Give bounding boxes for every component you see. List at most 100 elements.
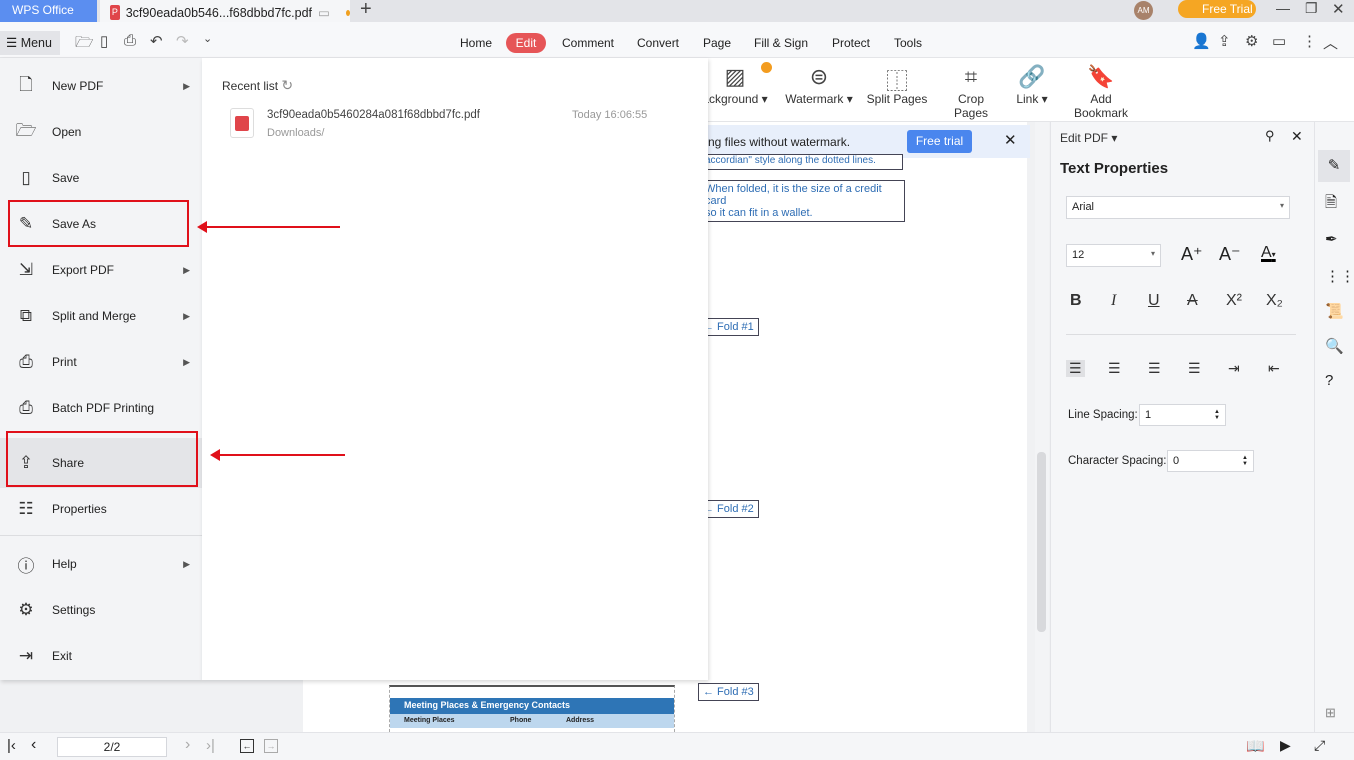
watermark-button[interactable]: ⊜ Watermark ▾ xyxy=(785,64,853,106)
reading-mode-icon[interactable]: 📖 xyxy=(1246,737,1265,755)
tab-page[interactable]: Page xyxy=(703,36,731,50)
new-tab-button[interactable]: + xyxy=(360,0,372,21)
print-icon[interactable]: ⎙ xyxy=(124,32,136,49)
export-doc-icon[interactable]: 🗎 xyxy=(1325,192,1337,217)
superscript-icon[interactable]: X² xyxy=(1226,292,1242,310)
minimize-button[interactable]: — xyxy=(1276,0,1290,16)
scrollbar-thumb[interactable] xyxy=(1037,452,1046,632)
forward-icon[interactable]: → xyxy=(264,739,278,753)
crop-icon: ⌗ xyxy=(964,64,978,89)
menu-item-split-merge[interactable]: ⧉ Split and Merge ▶ xyxy=(0,293,202,339)
scroll-icon[interactable]: 📜 xyxy=(1325,302,1344,320)
prev-page-icon[interactable]: ‹ xyxy=(31,736,36,754)
edit-text-icon[interactable]: ✎ xyxy=(1318,150,1350,182)
split-pages-button[interactable]: ⿰ Split Pages xyxy=(866,64,928,106)
banner-free-trial-button[interactable]: Free trial xyxy=(907,130,972,153)
font-select[interactable]: Arial ▾ xyxy=(1066,196,1290,219)
crop-pages-button[interactable]: ⌗ Crop Pages xyxy=(940,64,1002,120)
page-input[interactable]: 2/2 xyxy=(57,737,167,757)
align-right-icon[interactable]: ☰ xyxy=(1148,360,1161,377)
more-dropdown-icon[interactable]: ⌄ xyxy=(203,32,212,45)
decrease-font-icon[interactable]: A⁻ xyxy=(1219,244,1241,265)
tab-protect[interactable]: Protect xyxy=(832,36,870,50)
character-spacing-label: Character Spacing: xyxy=(1068,455,1167,467)
underline-icon[interactable]: U xyxy=(1148,292,1160,310)
outdent-icon[interactable]: ⇤ xyxy=(1268,360,1280,377)
document-tab[interactable]: P 3cf90eada0b546...f68dbbd7fc.pdf ▭ xyxy=(100,0,350,22)
open-folder-icon[interactable]: 🗁 xyxy=(75,32,94,57)
add-user-icon[interactable]: 👤 xyxy=(1192,32,1211,50)
refresh-icon[interactable]: ↻ xyxy=(281,77,293,93)
comment-icon[interactable]: ▭ xyxy=(1272,32,1286,50)
bold-icon[interactable]: B xyxy=(1070,292,1082,310)
tab-home[interactable]: Home xyxy=(460,36,492,50)
italic-icon[interactable]: I xyxy=(1111,292,1116,310)
increase-font-icon[interactable]: A⁺ xyxy=(1181,244,1203,265)
tab-tools[interactable]: Tools xyxy=(894,36,922,50)
add-bookmark-button[interactable]: 🔖 Add Bookmark xyxy=(1062,64,1140,120)
close-panel-icon[interactable]: ✕ xyxy=(1291,128,1303,145)
font-size-select[interactable]: 12 ▾ xyxy=(1066,244,1161,267)
menu-item-print[interactable]: ⎙ Print ▶ xyxy=(0,339,202,385)
save-icon[interactable]: ▯ xyxy=(100,32,108,50)
compare-icon[interactable]: ⋮⋮ xyxy=(1325,267,1354,285)
menu-item-batch-print[interactable]: ⎙ Batch PDF Printing xyxy=(0,385,202,431)
last-page-icon[interactable]: ›| xyxy=(206,737,215,754)
sign-pen-icon[interactable]: ✒ xyxy=(1325,230,1338,248)
tab-convert[interactable]: Convert xyxy=(637,36,679,50)
collapse-ribbon-icon[interactable]: ︿ xyxy=(1323,32,1338,53)
back-icon[interactable]: ← xyxy=(240,739,254,753)
align-left-icon[interactable]: ☰ xyxy=(1066,360,1085,377)
first-page-icon[interactable]: |‹ xyxy=(7,737,16,754)
share-icon[interactable]: ⇪ xyxy=(1218,32,1231,50)
free-trial-button[interactable]: Free Trial xyxy=(1178,0,1256,18)
strikethrough-icon[interactable]: A xyxy=(1187,292,1198,310)
panel-title: Text Properties xyxy=(1060,160,1169,177)
watermark-label: Watermark xyxy=(785,92,844,106)
link-button[interactable]: 🔗 Link ▾ xyxy=(1015,64,1049,106)
menu-item-settings[interactable]: ⚙ Settings xyxy=(0,587,202,633)
restore-button[interactable]: ❐ xyxy=(1305,0,1318,17)
line-spacing-input[interactable]: 1 ▲ ▼ xyxy=(1139,404,1226,426)
menu-button[interactable]: ☰ Menu xyxy=(0,31,60,55)
menu-item-properties[interactable]: ☷ Properties xyxy=(0,486,202,532)
align-center-icon[interactable]: ☰ xyxy=(1108,360,1121,377)
pin-icon[interactable]: ⚲ xyxy=(1265,128,1275,144)
tab-fill-sign[interactable]: Fill & Sign xyxy=(754,36,808,50)
menu-item-open[interactable]: 🗁 Open xyxy=(0,109,202,155)
menu-label: New PDF xyxy=(52,79,104,93)
next-page-icon[interactable]: › xyxy=(185,736,190,754)
character-spacing-input[interactable]: 0 ▲ ▼ xyxy=(1167,450,1254,472)
avatar[interactable]: AM xyxy=(1134,1,1153,20)
note-line: When folded, it is the size of a credit … xyxy=(705,183,882,207)
background-label: ackground xyxy=(702,92,759,106)
grid-view-icon[interactable]: ⊞ xyxy=(1325,705,1336,721)
help-icon[interactable]: ? xyxy=(1325,372,1333,389)
background-button[interactable]: ▨ ackground ▾ xyxy=(700,62,772,106)
justify-icon[interactable]: ☰ xyxy=(1188,360,1201,377)
more-icon[interactable]: ⋮ xyxy=(1302,32,1317,50)
close-banner-icon[interactable]: ✕ xyxy=(1004,131,1017,149)
menu-item-new-pdf[interactable]: 🗋 New PDF ▶ xyxy=(0,63,202,109)
menu-item-export-pdf[interactable]: ⇲ Export PDF ▶ xyxy=(0,247,202,293)
fullscreen-icon[interactable]: ⤢ xyxy=(1314,737,1325,754)
recent-file-item[interactable]: 3cf90eada0b5460284a081f68dbbd7fc.pdf Dow… xyxy=(222,103,692,145)
split-pages-label: Split Pages xyxy=(866,92,928,106)
gear-icon[interactable]: ⚙ xyxy=(1245,32,1258,50)
font-color-icon[interactable]: A▾ xyxy=(1261,244,1276,262)
indent-icon[interactable]: ⇥ xyxy=(1228,360,1240,377)
redo-icon[interactable]: ↷ xyxy=(176,32,189,50)
play-icon[interactable]: ▶ xyxy=(1280,737,1291,754)
menu-item-save[interactable]: ▯ Save xyxy=(0,155,202,201)
undo-icon[interactable]: ↶ xyxy=(150,32,163,50)
subscript-icon[interactable]: X₂ xyxy=(1266,292,1283,310)
close-window-button[interactable]: ✕ xyxy=(1332,0,1345,18)
menu-item-exit[interactable]: ⇥ Exit xyxy=(0,633,202,679)
panel-header-dropdown[interactable]: Edit PDF ▾ xyxy=(1060,131,1117,145)
vertical-scrollbar[interactable] xyxy=(1035,122,1049,732)
tab-edit[interactable]: Edit xyxy=(506,33,546,53)
tab-comment[interactable]: Comment xyxy=(562,36,614,50)
menu-item-help[interactable]: ⓘ Help ▶ xyxy=(0,541,202,587)
ocr-search-icon[interactable]: 🔍 xyxy=(1325,337,1344,355)
wps-office-tab[interactable]: WPS Office xyxy=(0,0,97,22)
